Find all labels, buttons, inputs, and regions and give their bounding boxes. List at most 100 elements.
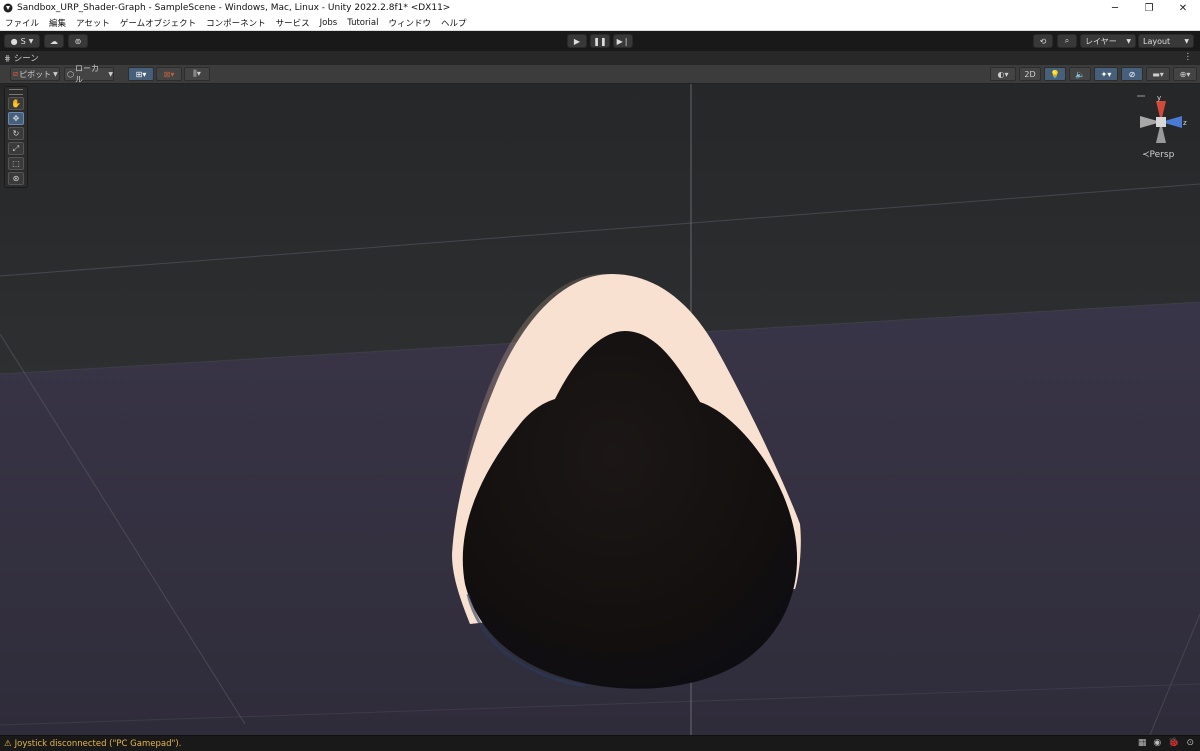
window-titlebar: Sandbox_URP_Shader-Graph - SampleScene -…: [0, 0, 1200, 16]
menu-services[interactable]: サービス: [271, 17, 315, 29]
search-button[interactable]: ⌕: [1057, 34, 1077, 48]
account-label: S: [20, 36, 26, 46]
menu-window[interactable]: ウィンドウ: [383, 17, 436, 29]
layers-dropdown[interactable]: レイヤー ▼: [1080, 34, 1136, 48]
more-menu-icon[interactable]: ⋮: [1184, 52, 1193, 62]
shading-mode-icon: ◐▾: [997, 69, 1009, 79]
scene-viewport[interactable]: [0, 84, 1200, 735]
main-toolbar: ● S ▼ ☁ ⊚ ▶ ❚❚ ▶❘ ⟲ ⌕ レイヤー ▼ Layout ▼: [0, 31, 1200, 51]
pause-icon: ❚❚: [593, 36, 607, 46]
status-bar: ⚠ Joystick disconnected ("PC Gamepad"). …: [0, 735, 1200, 751]
rotate-icon: ↻: [12, 129, 20, 138]
layout-label: Layout: [1143, 36, 1171, 46]
notification-icon[interactable]: ⊙: [1186, 738, 1194, 748]
menu-file[interactable]: ファイル: [0, 17, 44, 29]
draw-mode-button[interactable]: ◐▾: [990, 67, 1016, 81]
menu-jobs[interactable]: Jobs: [315, 18, 343, 28]
scale-tool-button[interactable]: ⤢: [8, 142, 24, 155]
local-icon: ⬡: [67, 69, 74, 79]
projection-toggle[interactable]: ≺Persp: [1142, 150, 1174, 160]
mode-2d-toggle[interactable]: 2D: [1019, 67, 1041, 81]
history-button[interactable]: ⟲: [1033, 34, 1053, 48]
grid-snap-icon: ⊞▾: [135, 69, 147, 79]
hand-icon: ✋: [11, 99, 21, 108]
progress-icon[interactable]: ◉: [1153, 738, 1161, 748]
move-tool-button[interactable]: ✥: [8, 112, 24, 125]
minimize-button[interactable]: ─: [1098, 0, 1132, 16]
unity-logo-icon: [3, 3, 13, 13]
audio-toggle[interactable]: 🔈: [1069, 67, 1091, 81]
account-button[interactable]: ● S ▼: [4, 34, 40, 48]
chevron-down-icon: ▼: [1126, 37, 1131, 45]
menu-edit[interactable]: 編集: [44, 17, 71, 29]
gizmo-y-label: y: [1157, 94, 1161, 102]
transform-icon: ⊛: [12, 174, 20, 183]
increment-snap-button[interactable]: ⊠▾: [156, 67, 182, 81]
chevron-down-icon: ▼: [1184, 37, 1189, 45]
snap-settings-button[interactable]: ⫼▾: [184, 67, 210, 81]
collab-icon: ⊚: [74, 36, 82, 46]
cache-server-icon[interactable]: ▦: [1138, 738, 1147, 748]
effects-dropdown[interactable]: ✦▾: [1094, 67, 1118, 81]
history-icon: ⟲: [1039, 36, 1047, 46]
cloud-button[interactable]: ☁: [44, 34, 64, 48]
account-icon: ●: [10, 36, 18, 46]
pause-button[interactable]: ❚❚: [590, 34, 610, 48]
scene-grid-icon: ⋕: [4, 53, 11, 63]
grid-snap-button[interactable]: ⊞▾: [128, 67, 154, 81]
play-icon: ▶: [573, 36, 581, 46]
increment-snap-icon: ⊠▾: [163, 69, 175, 79]
effects-icon: ✦▾: [1100, 69, 1112, 79]
local-dropdown[interactable]: ⬡ ローカル ▼: [64, 64, 114, 84]
hand-tool-button[interactable]: ✋: [8, 97, 24, 110]
close-button[interactable]: ✕: [1166, 0, 1200, 16]
chevron-down-icon: ▼: [53, 70, 58, 78]
menu-help[interactable]: ヘルプ: [436, 17, 472, 29]
cloud-icon: ☁: [50, 36, 58, 46]
rect-tool-button[interactable]: ⬚: [8, 157, 24, 170]
scene-render: [0, 84, 1200, 735]
maximize-button[interactable]: ❐: [1132, 0, 1166, 16]
gizmos-dropdown[interactable]: ⊕▾: [1173, 67, 1197, 81]
pivot-dropdown[interactable]: ⧄ ピボット ▼: [10, 67, 60, 81]
gizmo-z-label: z: [1183, 119, 1187, 127]
menu-gameobject[interactable]: ゲームオブジェクト: [115, 17, 201, 29]
lightbulb-icon: 💡: [1050, 69, 1060, 79]
menu-tutorial[interactable]: Tutorial: [342, 18, 383, 28]
menu-assets[interactable]: アセット: [71, 17, 115, 29]
debug-mode-icon[interactable]: 🐞: [1168, 738, 1179, 748]
tab-scene[interactable]: ⋕ シーン: [4, 52, 39, 65]
menu-bar: ファイル 編集 アセット ゲームオブジェクト コンポーネント サービス Jobs…: [0, 16, 1200, 31]
status-message[interactable]: Joystick disconnected ("PC Gamepad").: [15, 739, 182, 749]
layout-dropdown[interactable]: Layout ▼: [1138, 34, 1194, 48]
scene-toolbar: ⧄ ピボット ▼ ⬡ ローカル ▼ ⊞▾ ⊠▾ ⫼▾ ◐▾ 2D 💡 🔈 ✦▾ …: [0, 64, 1200, 84]
transform-tool-button[interactable]: ⊛: [8, 172, 24, 185]
scene-tab-bar: ⋕ シーン ⋮: [0, 51, 1200, 66]
play-button[interactable]: ▶: [567, 34, 587, 48]
step-button[interactable]: ▶❘: [613, 34, 633, 48]
eye-slash-icon: ⊘: [1128, 69, 1136, 79]
rect-icon: ⬚: [12, 159, 20, 168]
layers-label: レイヤー: [1085, 36, 1117, 46]
local-label: ローカル: [74, 64, 99, 84]
warning-icon: ⚠: [4, 738, 12, 749]
tab-scene-label: シーン: [13, 54, 39, 64]
chevron-down-icon: ▼: [108, 70, 113, 78]
pivot-label: ピボット: [19, 69, 52, 79]
pivot-icon: ⧄: [13, 69, 19, 78]
palette-drag-handle[interactable]: [9, 89, 23, 95]
rotate-tool-button[interactable]: ↻: [8, 127, 24, 140]
camera-icon: ▬▾: [1152, 69, 1164, 79]
hidden-objects-toggle[interactable]: ⊘: [1121, 67, 1143, 81]
menu-component[interactable]: コンポーネント: [201, 17, 271, 29]
audio-icon: 🔈: [1075, 69, 1085, 79]
orientation-gizmo[interactable]: y z: [1131, 92, 1191, 152]
tool-palette: ✋ ✥ ↻ ⤢ ⬚ ⊛: [4, 86, 28, 188]
scale-icon: ⤢: [12, 143, 20, 153]
camera-settings-dropdown[interactable]: ▬▾: [1146, 67, 1170, 81]
lighting-toggle[interactable]: 💡: [1044, 67, 1066, 81]
chevron-down-icon: ▼: [28, 37, 34, 45]
move-icon: ✥: [12, 114, 20, 123]
collab-button[interactable]: ⊚: [68, 34, 88, 48]
search-icon: ⌕: [1064, 36, 1070, 45]
